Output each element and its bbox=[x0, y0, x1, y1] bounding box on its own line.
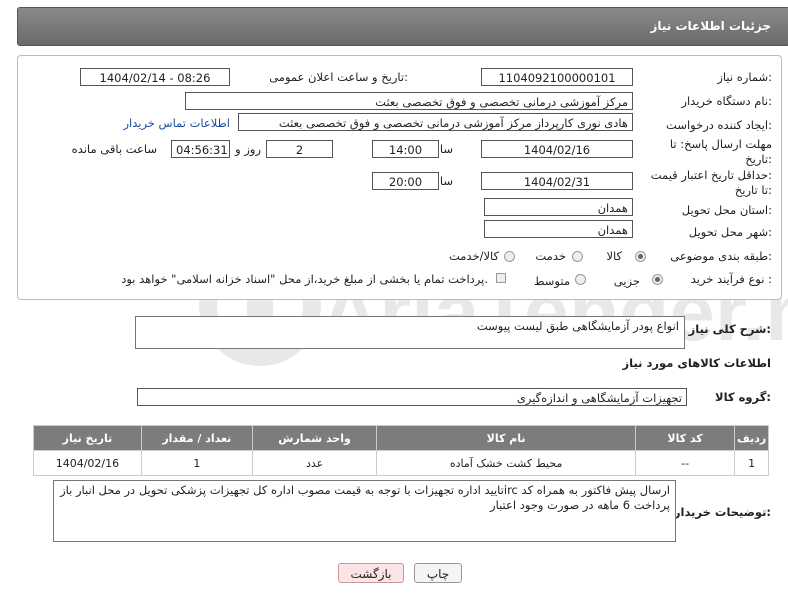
city-label: شهر محل تحویل: bbox=[688, 225, 772, 239]
col-qty: تعداد / مقدار bbox=[140, 425, 253, 451]
validity-label: حداقل تاریخ اعتبار قیمت: bbox=[650, 168, 772, 182]
remaining-label: ساعت باقی مانده bbox=[71, 142, 157, 156]
process-option-minor: جزیی bbox=[613, 274, 640, 288]
creator-field[interactable]: هادی نوری کارپرداز مرکز آموزشی درمانی تخ… bbox=[238, 113, 633, 131]
days-field[interactable]: 2 bbox=[266, 140, 333, 158]
cell-code: -- bbox=[634, 450, 736, 476]
process-option-medium: متوسط bbox=[533, 274, 570, 288]
cell-qty: 1 bbox=[140, 450, 253, 476]
back-button[interactable]: بازگشت bbox=[338, 563, 404, 583]
goods-group-label: گروه کالا: bbox=[715, 390, 771, 404]
province-field[interactable]: همدان bbox=[484, 198, 633, 216]
buyer-notes-label: توضیحات خریدار: bbox=[673, 505, 771, 519]
process-radio-medium[interactable] bbox=[575, 274, 586, 285]
validity-label-date: تا تاریخ: bbox=[734, 183, 772, 197]
description-field[interactable]: انواع پودر آزمایشگاهی طبق لیست پیوست bbox=[135, 316, 685, 349]
col-date: تاریخ نیاز bbox=[33, 425, 142, 451]
category-option-both: کالا/خدمت bbox=[448, 249, 499, 263]
description-label: شرح کلی نیاز: bbox=[688, 322, 771, 336]
need-number-field[interactable]: 1104092100000101 bbox=[481, 68, 633, 86]
payment-checkbox[interactable] bbox=[496, 273, 506, 283]
goods-table: ردیف کد کالا نام کالا واحد شمارش تعداد /… bbox=[33, 425, 769, 476]
category-radio-goods[interactable] bbox=[635, 251, 646, 262]
category-radio-service[interactable] bbox=[572, 251, 583, 262]
days-label: روز و bbox=[235, 142, 261, 156]
process-label: نوع فرآیند خرید : bbox=[690, 272, 772, 286]
deadline-label-date: تاریخ: bbox=[745, 152, 772, 166]
cell-unit: عدد bbox=[251, 450, 378, 476]
buyer-contact-link[interactable]: اطلاعات تماس خریدار bbox=[123, 116, 230, 130]
category-radio-both[interactable] bbox=[504, 251, 515, 262]
cell-name: محیط کشت خشک آماده bbox=[376, 450, 636, 476]
process-radio-minor[interactable] bbox=[652, 274, 663, 285]
validity-date-field[interactable]: 1404/02/31 bbox=[481, 172, 633, 190]
goods-section-title: اطلاعات کالاهای مورد نیاز bbox=[622, 356, 771, 370]
print-button[interactable]: چاپ bbox=[414, 563, 462, 583]
page-title: جزئیات اطلاعات نیاز bbox=[650, 19, 771, 33]
buyer-org-label: نام دستگاه خریدار: bbox=[681, 94, 772, 108]
announce-field[interactable]: 1404/02/14 - 08:26 bbox=[80, 68, 230, 86]
buyer-notes-field[interactable]: ارسال پیش فاکتور به همراه کد ircتایید اد… bbox=[53, 480, 676, 542]
city-field[interactable]: همدان bbox=[484, 220, 633, 238]
payment-note: پرداخت تمام یا بخشی از مبلغ خرید،از محل … bbox=[121, 272, 488, 286]
col-code: کد کالا bbox=[634, 425, 736, 451]
announce-label: تاریخ و ساعت اعلان عمومی: bbox=[269, 70, 408, 84]
col-row: ردیف bbox=[734, 425, 769, 451]
validity-time-field[interactable]: 20:00 bbox=[372, 172, 439, 190]
col-name: نام کالا bbox=[376, 425, 636, 451]
province-label: استان محل تحویل: bbox=[681, 203, 772, 217]
cell-row: 1 bbox=[734, 450, 769, 476]
panel-header: جزئیات اطلاعات نیاز bbox=[17, 7, 788, 46]
category-option-service: خدمت bbox=[535, 249, 566, 263]
deadline-time-field[interactable]: 14:00 bbox=[372, 140, 439, 158]
deadline-date-field[interactable]: 1404/02/16 bbox=[481, 140, 633, 158]
buyer-org-field[interactable]: مرکز آموزشی درمانی تخصصی و فوق تخصصی بعث… bbox=[185, 92, 633, 110]
table-row[interactable]: 1 -- محیط کشت خشک آماده عدد 1 1404/02/16 bbox=[33, 450, 769, 476]
table-header-row: ردیف کد کالا نام کالا واحد شمارش تعداد /… bbox=[33, 425, 769, 451]
remaining-time-field[interactable]: 04:56:31 bbox=[171, 140, 230, 158]
col-unit: واحد شمارش bbox=[251, 425, 378, 451]
goods-group-field[interactable]: تجهیزات آزمایشگاهی و اندازه‌گیری bbox=[137, 388, 687, 406]
creator-label: ایجاد کننده درخواست: bbox=[666, 118, 772, 132]
cell-date: 1404/02/16 bbox=[33, 450, 142, 476]
deadline-label: مهلت ارسال پاسخ: تا bbox=[669, 137, 772, 151]
category-option-goods: کالا bbox=[606, 249, 622, 263]
need-number-label: شماره نیاز: bbox=[717, 70, 772, 84]
category-label: طبقه بندی موضوعی: bbox=[670, 249, 772, 263]
